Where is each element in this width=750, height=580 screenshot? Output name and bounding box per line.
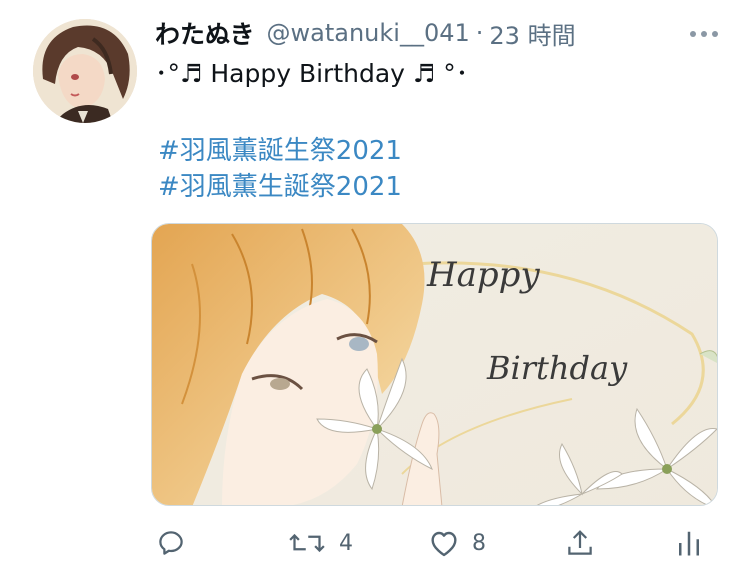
share-button[interactable]	[565, 520, 595, 566]
avatar-image	[33, 19, 137, 123]
script-happy: Happy	[426, 255, 540, 295]
analytics-button[interactable]	[676, 520, 702, 566]
more-options-button[interactable]	[682, 22, 726, 46]
retweet-button[interactable]: 4	[287, 520, 353, 566]
tweet-header: わたぬき @watanuki__041 · 23 時間	[155, 15, 576, 51]
share-icon	[568, 530, 592, 555]
hashtag-link[interactable]: #羽風薫誕生祭2021	[158, 133, 402, 169]
like-count: 8	[472, 530, 486, 556]
tweet-action-bar: 4 8	[0, 520, 750, 566]
like-button[interactable]: 8	[428, 520, 486, 566]
more-dot-icon	[712, 31, 718, 37]
birthday-illustration: Happy Birthday	[152, 224, 717, 505]
reply-icon	[159, 531, 183, 555]
retweet-count: 4	[339, 530, 353, 556]
tweet-image[interactable]: Happy Birthday	[151, 223, 718, 506]
more-dot-icon	[701, 31, 707, 37]
separator-dot: ·	[475, 19, 484, 47]
user-handle[interactable]: @watanuki__041	[267, 19, 470, 47]
avatar[interactable]	[33, 19, 137, 123]
tweet-text: ･°♬ Happy Birthday ♬ °･	[155, 59, 469, 88]
hashtag-link[interactable]: #羽風薫生誕祭2021	[158, 169, 402, 205]
script-birthday: Birthday	[486, 349, 628, 387]
display-name[interactable]: わたぬき	[155, 15, 255, 51]
analytics-icon	[679, 531, 699, 556]
timestamp[interactable]: 23 時間	[489, 16, 575, 51]
more-dot-icon	[690, 31, 696, 37]
reply-button[interactable]	[156, 520, 198, 566]
retweet-icon	[289, 533, 325, 553]
heart-icon	[431, 531, 457, 557]
